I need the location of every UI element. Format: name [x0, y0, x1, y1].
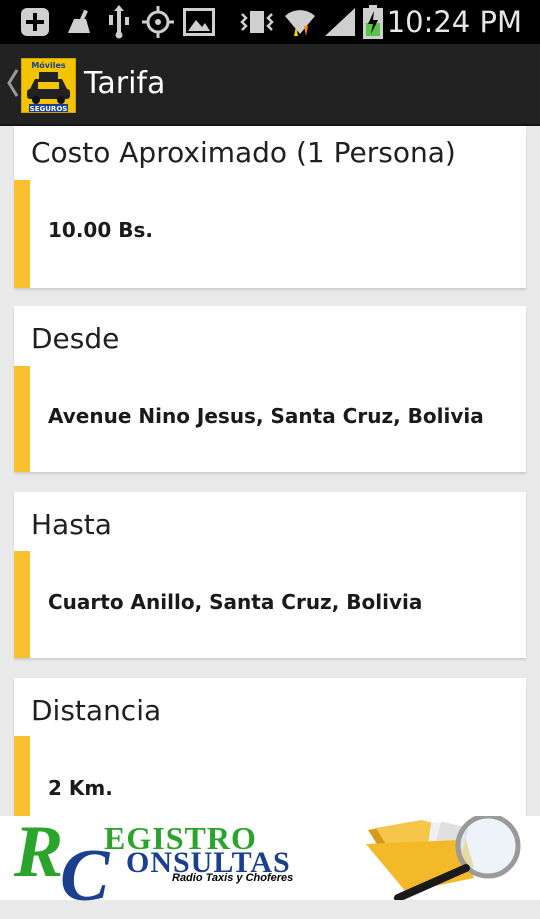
signal-icon	[322, 6, 358, 38]
content-list: Costo Aproximado (1 Persona) 10.00 Bs. D…	[0, 126, 540, 816]
banner-subtitle: Radio Taxis y Choferes	[172, 872, 294, 884]
vibrate-icon	[238, 6, 276, 38]
accent-bar	[14, 366, 30, 472]
action-bar	[0, 44, 540, 126]
card-value: Avenue Nino Jesus, Santa Cruz, Bolivia	[48, 404, 484, 428]
image-icon	[182, 6, 216, 38]
card-value: 10.00 Bs.	[48, 218, 153, 242]
svg-text:SEGUROS: SEGUROS	[30, 105, 68, 113]
accent-bar	[14, 551, 30, 658]
gps-icon	[140, 6, 176, 38]
accent-bar	[14, 736, 30, 816]
folder-magnifier-icon	[362, 813, 534, 902]
usb-icon	[104, 5, 134, 39]
card-distancia: Distancia 2 Km.	[14, 678, 526, 816]
status-bar: 10:24 PM	[0, 0, 540, 44]
card-hasta: Hasta Cuarto Anillo, Santa Cruz, Bolivia	[14, 492, 526, 658]
card-label: Hasta	[31, 508, 112, 541]
card-desde: Desde Avenue Nino Jesus, Santa Cruz, Bol…	[14, 306, 526, 472]
ad-banner[interactable]: R C EGISTRO ONSULTAS Radio Taxis y Chofe…	[0, 811, 540, 917]
card-label: Distancia	[31, 694, 162, 727]
svg-text:Móviles: Móviles	[31, 60, 66, 70]
card-label: Desde	[31, 322, 120, 355]
add-icon	[18, 6, 52, 38]
battery-charging-icon	[360, 5, 386, 39]
status-time: 10:24 PM	[386, 5, 522, 39]
page-title: Tarifa	[84, 66, 166, 101]
card-label: Costo Aproximado (1 Persona)	[31, 136, 456, 169]
accent-bar	[14, 180, 30, 288]
banner-monogram-r: R	[14, 811, 64, 893]
card-value: Cuarto Anillo, Santa Cruz, Bolivia	[48, 590, 423, 614]
cleaning-icon	[62, 6, 96, 38]
app-logo[interactable]: Móviles SEGUROS	[20, 57, 77, 114]
banner-monogram-c: C	[60, 835, 110, 917]
card-costo: Costo Aproximado (1 Persona) 10.00 Bs.	[14, 126, 526, 288]
card-value: 2 Km.	[48, 776, 113, 800]
wifi-icon	[282, 6, 318, 38]
back-chevron-icon[interactable]	[6, 66, 20, 100]
